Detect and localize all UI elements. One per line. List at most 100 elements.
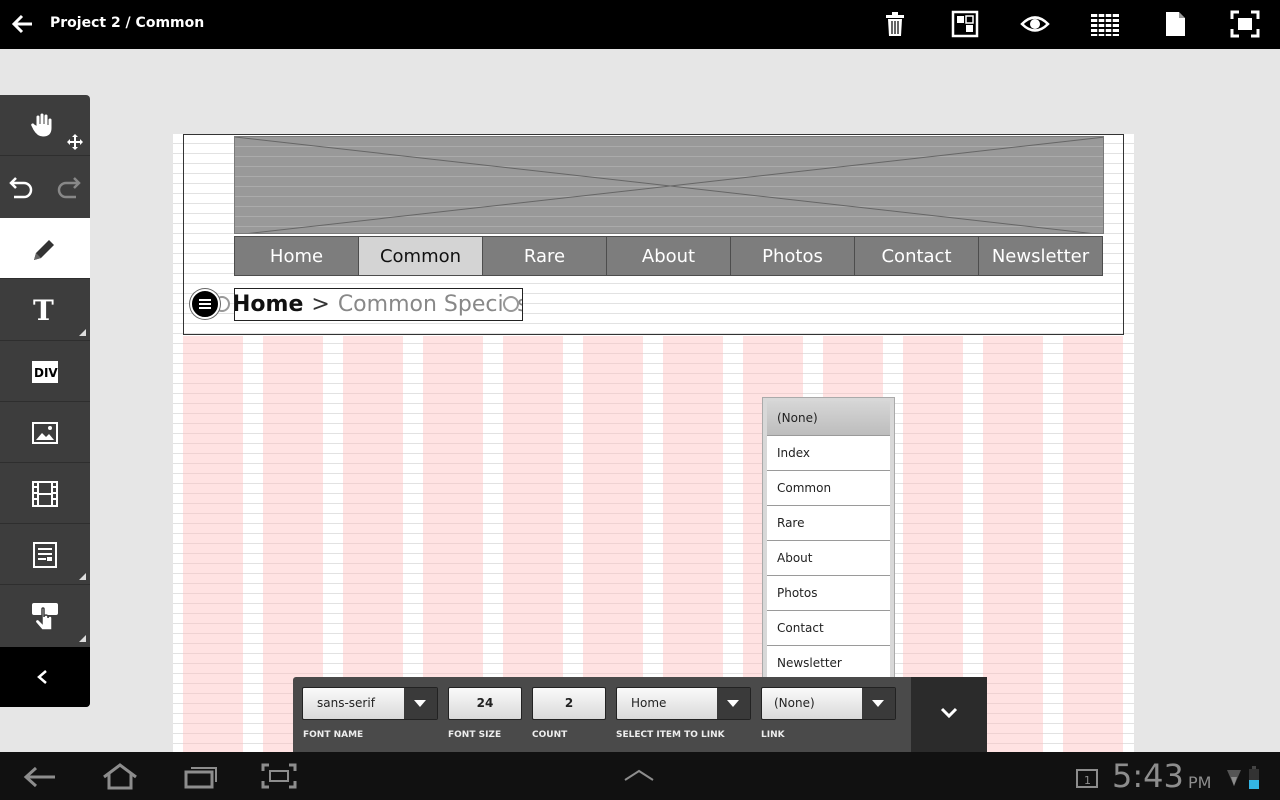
- nav-menu[interactable]: Home Common Rare About Photos Contact Ne…: [234, 236, 1103, 276]
- nav-item-home[interactable]: Home: [235, 237, 359, 275]
- link-value: (None): [774, 696, 815, 710]
- grid-icon[interactable]: [949, 9, 981, 39]
- font-size-value: 24: [476, 696, 494, 710]
- battery-icon: [1249, 766, 1259, 789]
- action-bar: Project 2 / Common: [0, 0, 1280, 49]
- nav-item-contact[interactable]: Contact: [855, 237, 979, 275]
- collapse-palette-button[interactable]: [0, 647, 90, 707]
- font-size-field[interactable]: 24: [448, 687, 522, 720]
- text-icon: T: [33, 296, 54, 324]
- div-tool[interactable]: DIV: [0, 341, 90, 402]
- nav-item-common[interactable]: Common: [359, 237, 483, 275]
- nav-item-newsletter[interactable]: Newsletter: [979, 237, 1102, 275]
- form-icon: [33, 542, 57, 568]
- breadcrumb-current: Common Species: [337, 292, 523, 317]
- image-tool[interactable]: [0, 402, 90, 463]
- div-icon: DIV: [32, 361, 58, 383]
- chevron-up-icon[interactable]: [622, 768, 656, 782]
- chevron-down-icon: [940, 707, 958, 719]
- nav-item-rare[interactable]: Rare: [483, 237, 607, 275]
- pencil-icon: [34, 240, 54, 260]
- back-icon[interactable]: [22, 764, 58, 790]
- chevron-down-icon: [862, 688, 895, 719]
- select-item-to-link-select[interactable]: Home: [616, 687, 751, 720]
- collapse-panel-button[interactable]: [911, 677, 987, 752]
- recent-apps-icon[interactable]: [183, 763, 219, 789]
- link-dropdown-list: (None) Index Common Rare About Photos Co…: [762, 397, 895, 683]
- redo-icon[interactable]: [54, 174, 82, 200]
- font-name-select[interactable]: sans-serif: [302, 687, 438, 720]
- dropdown-option-about[interactable]: About: [767, 541, 890, 576]
- layout-grid-icon[interactable]: [1089, 9, 1121, 39]
- link-select[interactable]: (None): [761, 687, 896, 720]
- menu-lines-icon: [199, 299, 211, 309]
- font-size-label: FONT SIZE: [448, 730, 502, 740]
- more-options-indicator: [79, 635, 86, 642]
- resize-handle-right[interactable]: [503, 296, 519, 312]
- undo-redo-group: [0, 156, 90, 217]
- dropdown-option-none[interactable]: (None): [767, 401, 890, 436]
- header-div[interactable]: Home Common Rare About Photos Contact Ne…: [183, 134, 1124, 335]
- pencil-tool[interactable]: [0, 218, 90, 279]
- banner-image-placeholder[interactable]: [234, 136, 1104, 234]
- dropdown-option-photos[interactable]: Photos: [767, 576, 890, 611]
- select-item-value: Home: [631, 696, 667, 710]
- chevron-down-icon: [404, 688, 437, 719]
- chevron-down-icon: [717, 688, 750, 719]
- breadcrumb-separator: >: [311, 292, 330, 317]
- move-icon: [67, 134, 83, 150]
- chevron-left-icon: [37, 670, 47, 684]
- svg-text:DIV: DIV: [34, 366, 58, 380]
- more-options-indicator: [79, 573, 86, 580]
- nav-item-photos[interactable]: Photos: [731, 237, 855, 275]
- page-canvas[interactable]: Home Common Rare About Photos Contact Ne…: [173, 134, 1134, 752]
- more-options-indicator: [79, 329, 86, 336]
- dropdown-option-index[interactable]: Index: [767, 436, 890, 471]
- video-tool[interactable]: [0, 463, 90, 524]
- hand-tool[interactable]: [0, 95, 90, 156]
- nav-item-about[interactable]: About: [607, 237, 731, 275]
- form-tool[interactable]: [0, 524, 90, 585]
- undo-icon[interactable]: [8, 174, 36, 200]
- film-icon: [32, 481, 58, 507]
- select-item-label: SELECT ITEM TO LINK: [616, 730, 725, 740]
- dropdown-option-newsletter[interactable]: Newsletter: [767, 646, 890, 681]
- property-panel: sans-serif FONT NAME 24 FONT SIZE 2 COUN…: [293, 677, 987, 752]
- tap-icon: [32, 603, 58, 631]
- interaction-tool[interactable]: [0, 585, 90, 646]
- svg-text:T: T: [33, 296, 54, 324]
- breadcrumb-home[interactable]: Home: [235, 292, 303, 317]
- text-tool[interactable]: T: [0, 280, 90, 341]
- count-label: COUNT: [532, 730, 568, 740]
- grid-column: [183, 336, 243, 752]
- back-arrow-icon[interactable]: [10, 12, 36, 36]
- count-field[interactable]: 2: [532, 687, 606, 720]
- system-bar: 1 5:43 PM: [0, 752, 1280, 800]
- project-title: Project 2 / Common: [50, 15, 205, 31]
- home-icon[interactable]: [100, 762, 140, 790]
- preview-eye-icon[interactable]: [1019, 9, 1051, 39]
- dropdown-option-rare[interactable]: Rare: [767, 506, 890, 541]
- wifi-icon: [1227, 770, 1241, 786]
- count-value: 2: [564, 696, 574, 710]
- dropdown-option-common[interactable]: Common: [767, 471, 890, 506]
- link-label: LINK: [761, 730, 785, 740]
- placeholder-cross-icon: [235, 137, 1103, 233]
- trash-icon[interactable]: [879, 9, 911, 39]
- grid-column: [983, 336, 1043, 752]
- image-icon: [32, 422, 58, 444]
- element-menu-button[interactable]: [190, 289, 220, 319]
- hand-icon: [30, 112, 53, 138]
- screenshot-icon[interactable]: [261, 763, 297, 789]
- breadcrumb[interactable]: Home > Common Species: [234, 288, 523, 321]
- calendar-notification-icon[interactable]: 1: [1075, 767, 1099, 789]
- dropdown-option-contact[interactable]: Contact: [767, 611, 890, 646]
- svg-text:1: 1: [1084, 774, 1091, 787]
- clock-ampm: PM: [1188, 773, 1212, 792]
- fullscreen-icon[interactable]: [1229, 9, 1261, 39]
- font-name-value: sans-serif: [317, 696, 375, 710]
- font-name-label: FONT NAME: [303, 730, 364, 740]
- clock-time: 5:43: [1112, 757, 1184, 795]
- page-icon[interactable]: [1159, 9, 1191, 39]
- grid-column: [1063, 336, 1123, 752]
